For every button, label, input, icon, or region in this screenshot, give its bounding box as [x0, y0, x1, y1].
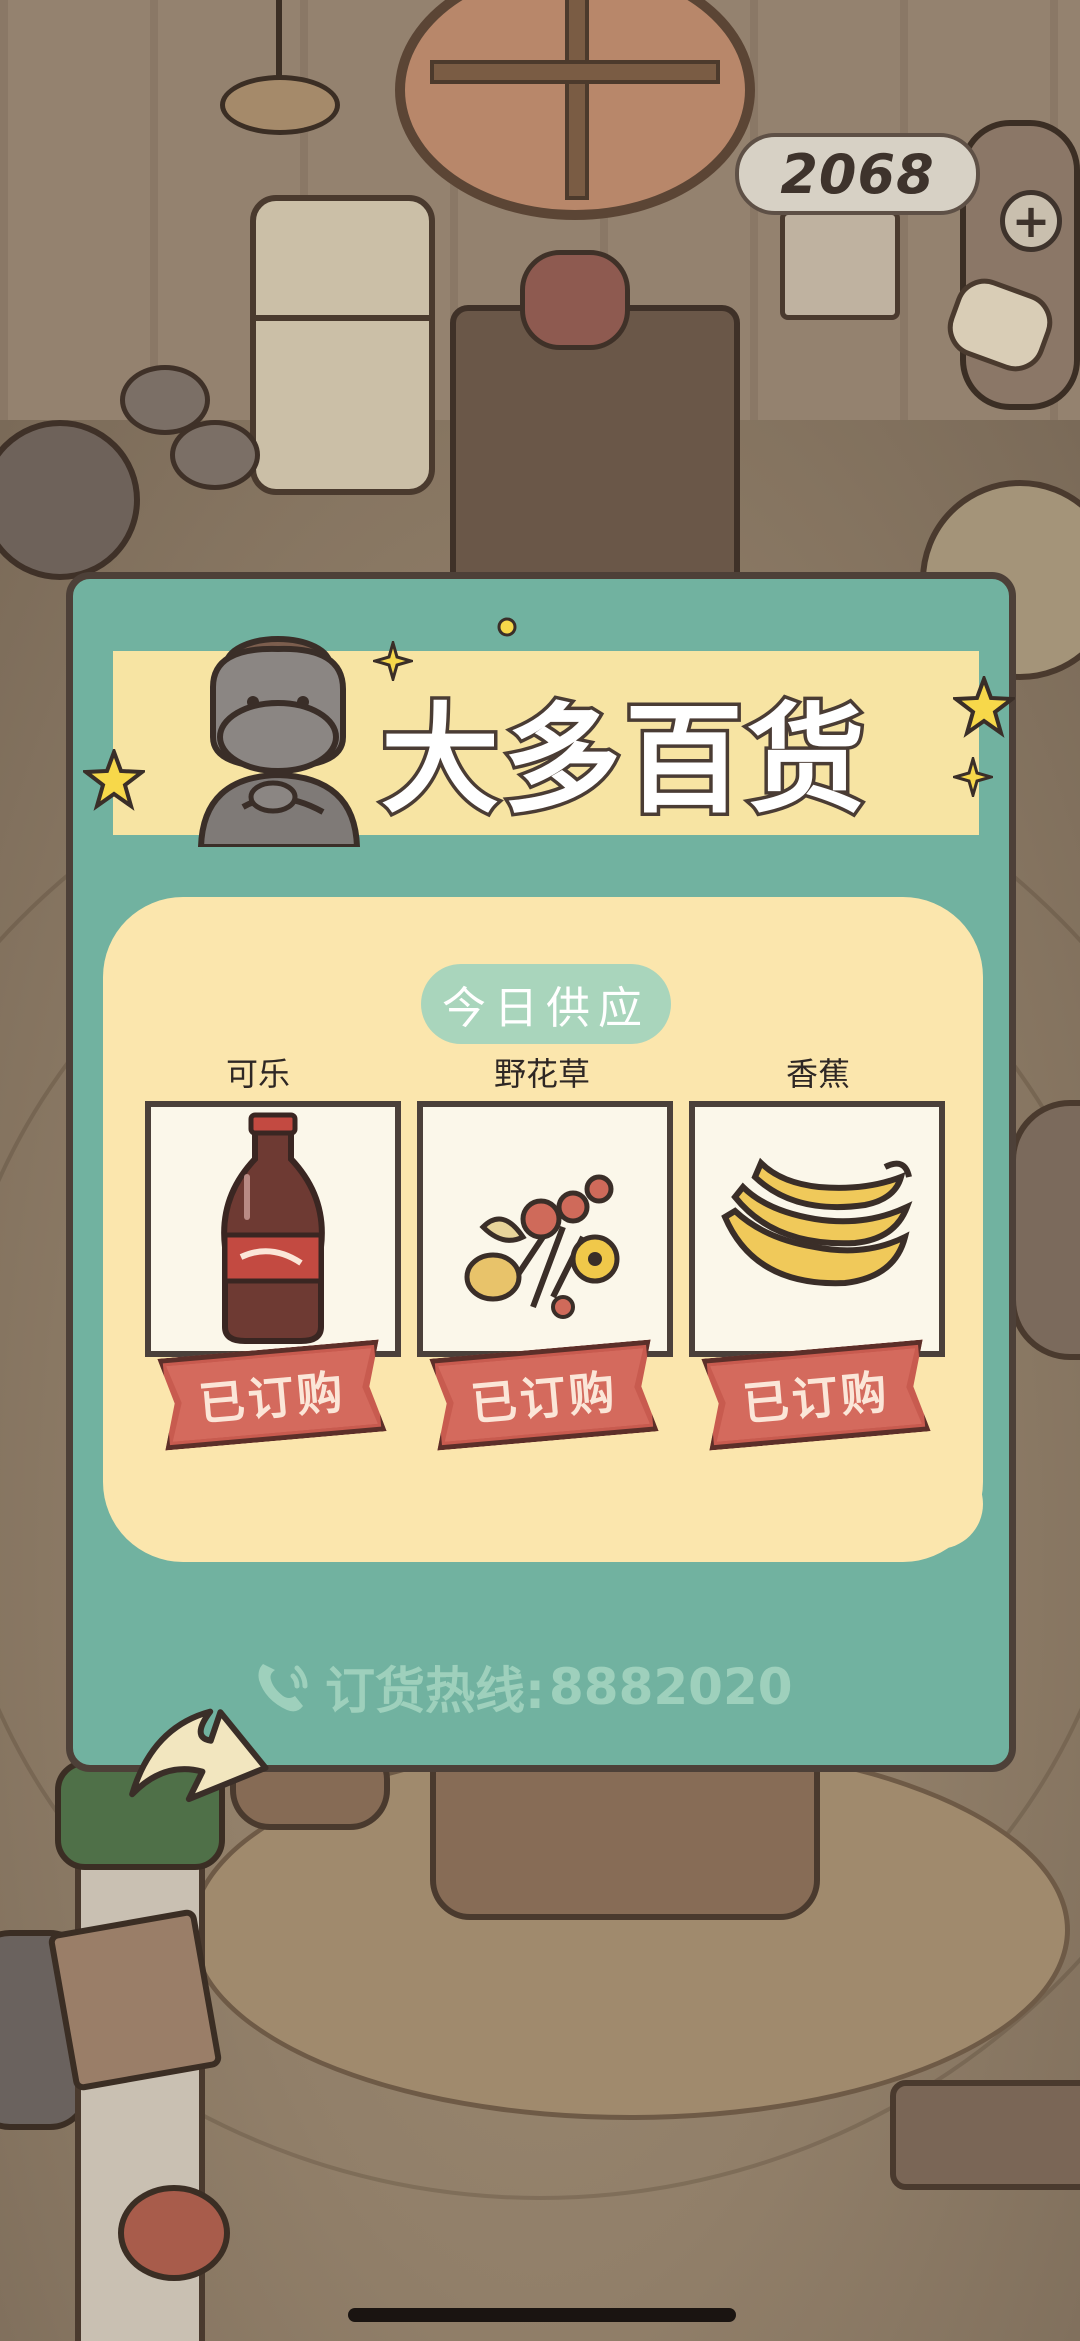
back-button[interactable] [120, 1700, 270, 1860]
shop-dialog: 大多百货 今日供应 可乐 已订购 野花草 已订购 香蕉 已订购 订货热线: 88… [66, 572, 1016, 1772]
hotline-number: 8882020 [549, 1658, 793, 1716]
fridge-door-line [250, 315, 435, 321]
apple[interactable] [118, 2185, 230, 2281]
add-coin-button[interactable]: + [1000, 190, 1062, 252]
telephone[interactable] [520, 250, 630, 350]
item-name: 香蕉 [785, 1055, 850, 1093]
board-stack [47, 1908, 223, 2092]
shop-item-banana[interactable] [689, 1101, 945, 1357]
hippo-mascot-icon [197, 636, 361, 847]
todays-supply-badge: 今日供应 [421, 964, 671, 1044]
order-hotline: 订货热线: 8882020 [253, 1647, 953, 1727]
pot [170, 420, 260, 490]
wildflower-bouquet-icon [464, 1174, 620, 1319]
ordered-tag: 已订购 [157, 1340, 386, 1451]
calendar[interactable] [780, 210, 900, 320]
ordered-tag: 已订购 [701, 1340, 930, 1451]
side-furniture [1010, 1100, 1080, 1360]
lamp-cord [276, 0, 282, 80]
panel-scallop [113, 939, 203, 1029]
banana-bunch-icon [721, 1157, 913, 1287]
window-frame [565, 0, 589, 200]
coin-counter: 2068 [735, 133, 980, 215]
fridge [250, 195, 435, 495]
shop-item-wildflowers[interactable] [417, 1101, 673, 1357]
ordered-status: 已订购 [468, 1364, 620, 1432]
item-name: 可乐 [225, 1055, 290, 1093]
ordered-status: 已订购 [196, 1364, 348, 1432]
window-frame [430, 60, 720, 84]
bench [890, 2080, 1080, 2190]
hanging-lamp [220, 75, 340, 135]
shop-item-cola[interactable] [145, 1101, 401, 1357]
coin-value: 2068 [780, 142, 935, 206]
cola-bottle-icon [221, 1112, 325, 1344]
hotline-label: 订货热线: [325, 1662, 545, 1720]
dot-icon [497, 617, 517, 637]
shop-title: 大多百货 [378, 687, 870, 832]
ordered-tag: 已订购 [429, 1340, 658, 1451]
home-indicator [348, 2308, 736, 2322]
plus-icon: + [1011, 194, 1051, 248]
panel-scallop [893, 939, 983, 1029]
panel-scallop [113, 1459, 203, 1549]
ordered-status: 已订购 [740, 1364, 892, 1432]
item-name: 野花草 [493, 1055, 590, 1093]
panel-scallop [893, 1459, 983, 1549]
star-icon [83, 749, 145, 811]
